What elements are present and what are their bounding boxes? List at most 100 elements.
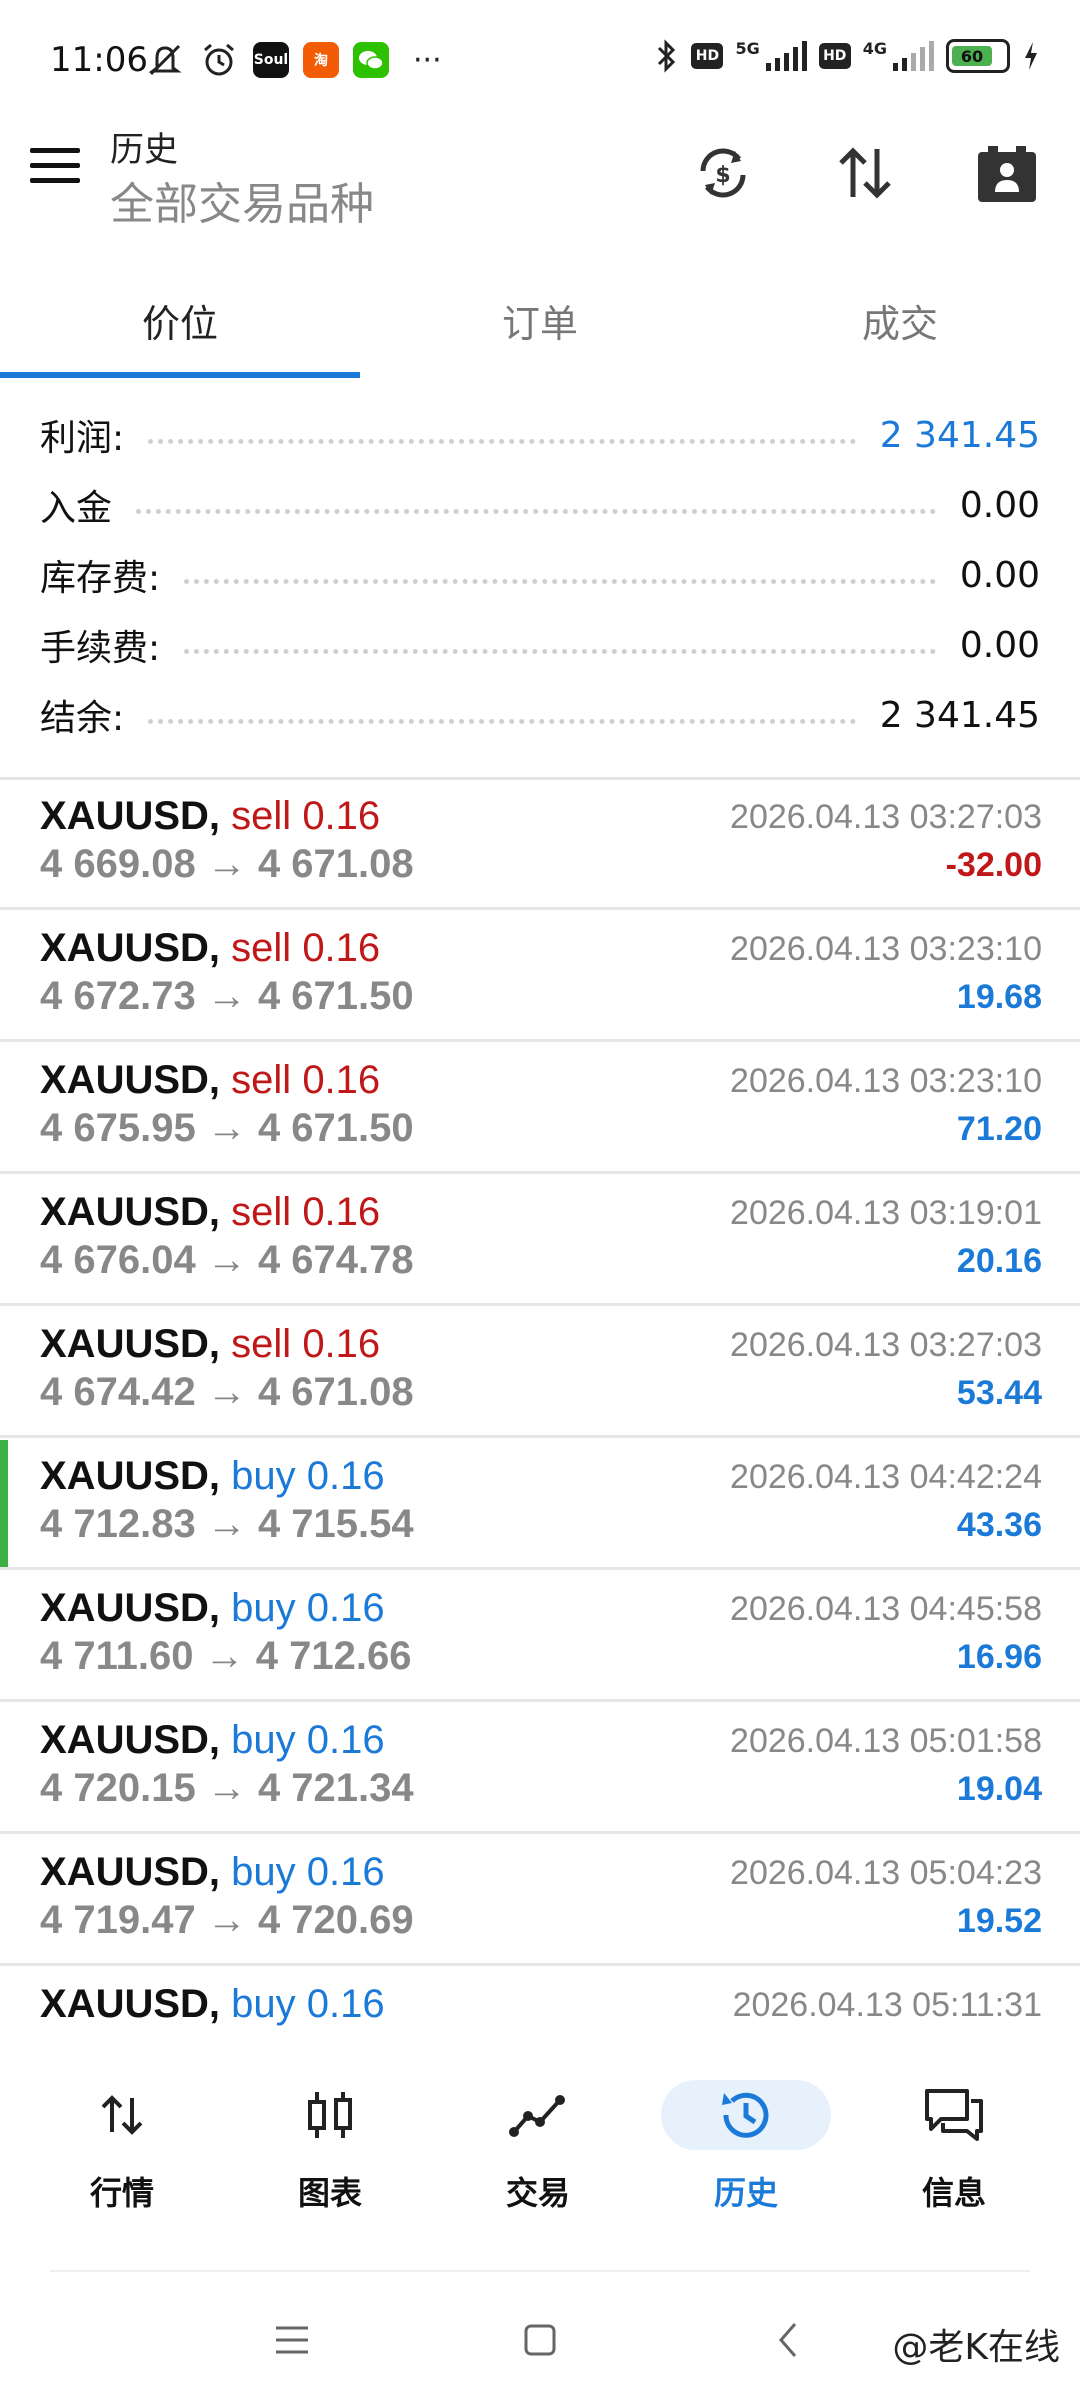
deal-symbol: XAUUSD, (40, 1190, 221, 1234)
deal-open-price: 4 676.04 (40, 1238, 196, 1282)
tab-positions[interactable]: 价位 (0, 270, 360, 370)
summary-commission-row: 手续费: 0.00 (0, 610, 1080, 680)
more-notifications-icon: ··· (413, 42, 442, 78)
deal-symbol: XAUUSD, (40, 794, 221, 838)
hd-badge-2: HD (818, 43, 851, 69)
deal-volume: 0.16 (302, 1058, 381, 1102)
deal-symbol: XAUUSD, (40, 1322, 221, 1366)
arrow-right-icon: → (195, 1370, 258, 1414)
summary-label: 入金 (40, 488, 113, 529)
deal-volume: 0.16 (302, 926, 381, 970)
summary-value: 0.00 (959, 624, 1040, 666)
tab-orders[interactable]: 订单 (360, 270, 720, 370)
arrow-right-icon: → (195, 974, 258, 1018)
system-back-button[interactable] (758, 2310, 818, 2370)
deal-open-price: 4 674.42 (40, 1370, 196, 1414)
deal-title: XAUUSD, buy 0.16 (40, 1850, 385, 1895)
dot-leader (184, 648, 936, 654)
deal-side: buy (231, 1454, 296, 1498)
deal-side: sell (231, 1190, 292, 1234)
battery-level: 60 (952, 46, 992, 66)
deal-time: 2026.04.13 05:01:58 (730, 1722, 1042, 1760)
nav-trade[interactable]: 交易 (448, 2080, 628, 2220)
deal-title: XAUUSD, buy 0.16 (40, 1454, 385, 1499)
nav-chart[interactable]: 图表 (240, 2080, 420, 2220)
deal-close-price: 4 671.50 (257, 1106, 414, 1150)
status-notification-icons: Soul 淘 ··· (145, 40, 442, 80)
deal-prices: 4 712.83 → 4 715.54 (40, 1502, 414, 1547)
deal-side: sell (231, 794, 292, 838)
dot-leader (184, 578, 936, 584)
account-button[interactable] (972, 138, 1042, 208)
summary-balance-row: 结余: 2 341.45 (0, 680, 1080, 750)
deal-row[interactable]: XAUUSD, sell 0.16 4 674.42 → 4 671.08 2026… (0, 1308, 1080, 1438)
deal-symbol: XAUUSD, (40, 1982, 221, 2026)
deal-time: 2026.04.13 03:27:03 (730, 1326, 1042, 1364)
deal-open-price: 4 675.95 (40, 1106, 196, 1150)
period-button[interactable]: $ (688, 138, 758, 208)
dot-leader (148, 718, 856, 724)
summary-value: 0.00 (959, 554, 1040, 596)
deal-profit: 71.20 (956, 1110, 1042, 1148)
deal-row[interactable]: XAUUSD, buy 0.16 4 720.15 → 4 721.34 2026.… (0, 1704, 1080, 1834)
wechat-app-icon (353, 42, 389, 78)
deal-row[interactable]: XAUUSD, buy 0.16 4 719.47 → 4 720.69 2026.… (0, 1836, 1080, 1966)
battery-icon: 60 (946, 39, 1010, 73)
menu-button[interactable] (30, 148, 80, 188)
deal-title: XAUUSD, sell 0.16 (40, 794, 380, 839)
svg-text:$: $ (715, 163, 730, 188)
deal-profit: 19.68 (956, 978, 1042, 1016)
deal-volume: 0.16 (302, 1190, 381, 1234)
tab-deals[interactable]: 成交 (720, 270, 1080, 370)
deal-title: XAUUSD, buy 0.16 (40, 1982, 385, 2027)
nav-label: 信息 (921, 2174, 986, 2212)
row-divider (0, 1567, 1080, 1570)
deal-row[interactable]: XAUUSD, sell 0.16 4 672.73 → 4 671.50 2026… (0, 912, 1080, 1042)
deal-row[interactable]: XAUUSD, sell 0.16 4 676.04 → 4 674.78 2026… (0, 1176, 1080, 1306)
deal-symbol: XAUUSD, (40, 1586, 221, 1630)
sort-button[interactable] (830, 138, 900, 208)
tab-indicator (0, 372, 360, 378)
summary-label: 结余: (40, 698, 125, 739)
watermark: @老K在线 (892, 2327, 1060, 2368)
nav-divider (50, 2270, 1030, 2272)
charging-icon (1025, 42, 1037, 70)
summary-value: 2 341.45 (879, 414, 1040, 456)
deal-title: XAUUSD, sell 0.16 (40, 1190, 380, 1235)
deal-time: 2026.04.13 04:45:58 (730, 1590, 1042, 1628)
deal-prices: 4 720.15 → 4 721.34 (40, 1766, 414, 1811)
deal-row[interactable]: XAUUSD, buy 0.16 4 711.60 → 4 712.66 2026.… (0, 1572, 1080, 1702)
signal-icon-2 (893, 41, 934, 71)
row-divider (0, 1303, 1080, 1306)
deal-side: buy (231, 1718, 296, 1762)
deal-open-price: 4 720.15 (40, 1766, 196, 1810)
deal-row[interactable]: XAUUSD, buy 0.16 4 712.83 → 4 715.54 2026.… (0, 1440, 1080, 1570)
deal-close-price: 4 674.78 (257, 1238, 414, 1282)
nav-history[interactable]: 历史 (656, 2080, 836, 2220)
arrow-right-icon: → (195, 1766, 258, 1810)
arrow-right-icon: → (195, 842, 258, 886)
network-type-1: 5G (735, 38, 760, 58)
symbol-filter[interactable]: 全部交易品种 (110, 168, 374, 232)
deal-side: sell (231, 1058, 292, 1102)
nav-label: 行情 (89, 2174, 154, 2212)
deal-time: 2026.04.13 03:23:10 (730, 1062, 1042, 1100)
summary-profit-row: 利润: 2 341.45 (0, 400, 1080, 470)
dot-leader (136, 508, 936, 514)
nav-label: 图表 (297, 2174, 362, 2212)
system-menu-button[interactable] (262, 2310, 322, 2370)
deal-row[interactable]: XAUUSD, sell 0.16 4 675.95 → 4 671.50 2026… (0, 1044, 1080, 1174)
dot-leader (148, 438, 856, 444)
deal-volume: 0.16 (306, 1850, 385, 1894)
deal-time: 2026.04.13 03:27:03 (730, 798, 1042, 836)
nav-messages[interactable]: 信息 (864, 2080, 1044, 2220)
bluetooth-icon (658, 39, 676, 73)
deal-time: 2026.04.13 05:04:23 (730, 1854, 1042, 1892)
arrow-right-icon: → (195, 1502, 258, 1546)
system-home-button[interactable] (510, 2310, 570, 2370)
summary-swap-row: 库存费: 0.00 (0, 540, 1080, 610)
messages-icon (909, 2080, 999, 2150)
nav-quotes[interactable]: 行情 (32, 2080, 212, 2220)
deal-row[interactable]: XAUUSD, sell 0.16 4 669.08 → 4 671.08 2026… (0, 780, 1080, 910)
system-menu-icon (276, 2326, 308, 2354)
